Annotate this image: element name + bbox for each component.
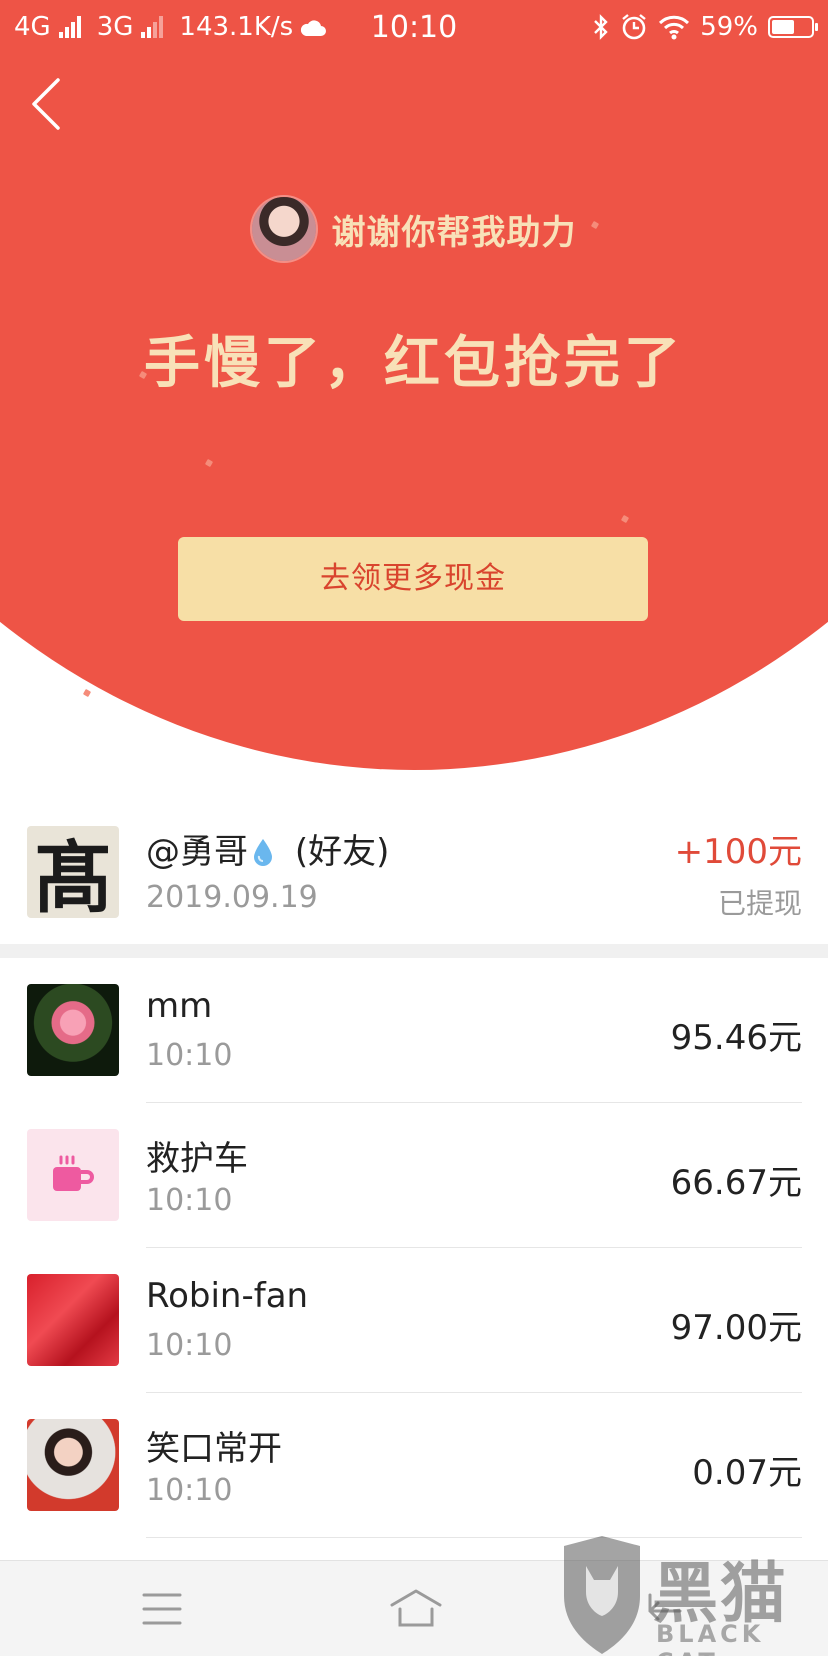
list-item-name: 笑口常开 [146, 1429, 282, 1469]
packet-empty-headline: 手慢了，红包抢完了 [144, 331, 684, 396]
wifi-icon [659, 15, 690, 40]
list-item-amount: 97.00元 [670, 1308, 802, 1348]
featured-record[interactable]: 髙 @勇哥 (好友) 2019.09.19 +100元 已提现 [0, 800, 828, 944]
red-packet-header: 4G 3G 143.1K/s 10:10 59% 谢谢你帮我助力 手慢了，红包抢… [0, 0, 828, 780]
helper-row: 谢谢你帮我助力 [0, 196, 828, 262]
home-button[interactable] [388, 1587, 442, 1631]
list-item-amount: 95.46元 [670, 1018, 802, 1058]
withdraw-status: 已提现 [717, 887, 802, 920]
back-button[interactable] [28, 76, 68, 132]
avatar-calligraphy: 髙 [33, 833, 112, 918]
chevron-left-icon [32, 78, 60, 130]
avatar [27, 1419, 119, 1511]
battery-percent: 59% [700, 12, 758, 42]
system-nav-bar [0, 1560, 828, 1656]
bluetooth-icon [594, 14, 608, 40]
list-item[interactable]: Robin-fan 10:10 97.00元 [0, 1248, 828, 1393]
list-item-amount: 0.07元 [692, 1453, 802, 1493]
list-item[interactable]: 救护车 10:10 66.67元 [0, 1103, 828, 1248]
get-more-cash-button[interactable]: 去领更多现金 [178, 537, 648, 621]
list-item-name: Robin-fan [146, 1276, 309, 1316]
alarm-icon [622, 14, 646, 40]
list-item-name: 救护车 [146, 1139, 248, 1179]
menu-button[interactable] [136, 1587, 188, 1631]
grab-list: mm 10:10 95.46元 救护车 10:10 66.67元 Robin-f… [0, 958, 828, 1538]
featured-amount: +100元 [674, 832, 802, 872]
divider [146, 1537, 802, 1538]
confetti-speck [82, 688, 92, 698]
list-item[interactable]: 笑口常开 10:10 0.07元 [0, 1393, 828, 1538]
list-item-time: 10:10 [146, 1473, 233, 1508]
avatar [27, 1274, 119, 1366]
list-item-name: mm [146, 986, 213, 1026]
featured-tag: (好友) [294, 832, 390, 872]
helper-avatar [251, 197, 316, 261]
list-item-time: 10:10 [146, 1183, 233, 1218]
featured-name: @勇哥 [146, 832, 248, 872]
water-drop-icon [254, 839, 272, 866]
list-item-time: 10:10 [146, 1038, 233, 1073]
cup-icon [53, 1155, 94, 1191]
section-separator [0, 944, 828, 958]
list-item-amount: 66.67元 [670, 1163, 802, 1203]
list-item[interactable]: mm 10:10 95.46元 [0, 958, 828, 1103]
page: 4G 3G 143.1K/s 10:10 59% 谢谢你帮我助力 手慢了，红包抢… [0, 0, 828, 1656]
status-bar: 4G 3G 143.1K/s 10:10 59% [0, 0, 828, 56]
avatar: 髙 [27, 826, 119, 918]
back-nav-button[interactable] [640, 1587, 692, 1631]
home-icon [390, 1589, 442, 1627]
featured-date: 2019.09.19 [146, 880, 318, 915]
avatar [27, 984, 119, 1076]
featured-name-line: @勇哥 (好友) [146, 824, 389, 873]
helper-message: 谢谢你帮我助力 [331, 212, 577, 253]
battery-icon [768, 16, 818, 38]
list-item-time: 10:10 [146, 1328, 233, 1363]
menu-icon [142, 1593, 182, 1625]
back-arrow-icon [648, 1593, 682, 1621]
status-right: 59% [592, 12, 818, 42]
avatar [27, 1129, 119, 1221]
